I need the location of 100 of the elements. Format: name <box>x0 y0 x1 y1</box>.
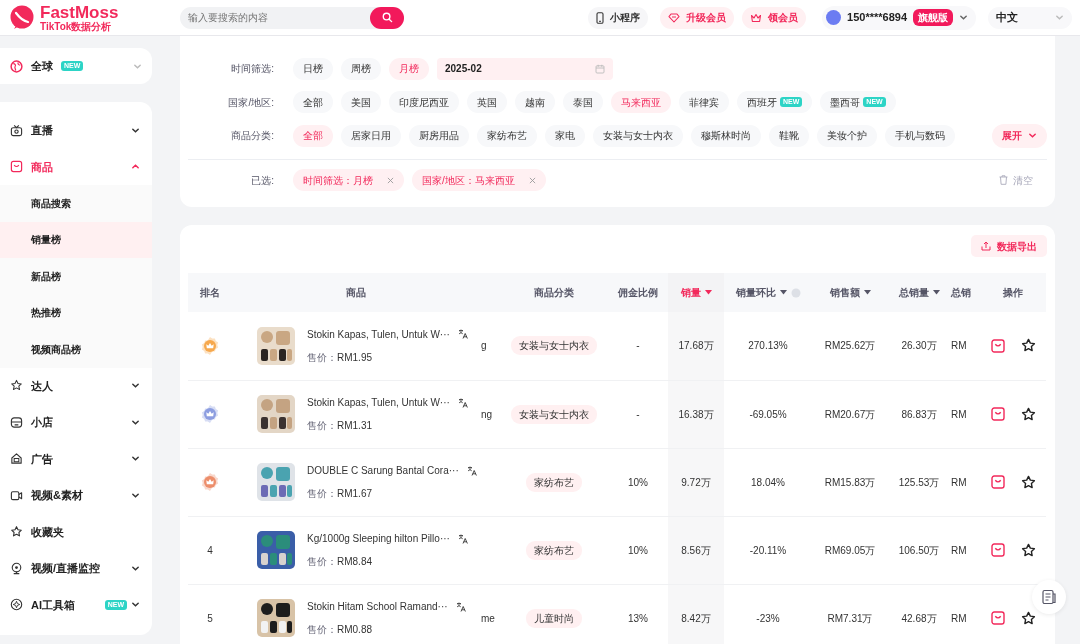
translate-icon[interactable] <box>455 601 466 612</box>
category-tag: 女装与女士内衣 <box>511 404 597 424</box>
filter-chip[interactable]: 女装与女士内衣 <box>593 124 683 147</box>
product-title[interactable]: Stokin Kapas, Tulen, Untuk W··· <box>307 326 450 342</box>
filter-chip[interactable]: 马来西亚 <box>611 91 671 114</box>
chevron-down-icon <box>133 61 142 71</box>
filter-chip[interactable]: 英国 <box>467 91 507 114</box>
translate-icon[interactable] <box>457 329 468 340</box>
category-tag: 儿童时尚 <box>526 608 582 628</box>
sidebar-item[interactable]: 达人 <box>0 367 152 404</box>
sidebar-item[interactable]: 视频/直播监控 <box>0 550 152 587</box>
favorite-button[interactable] <box>1020 338 1036 354</box>
favorite-button[interactable] <box>1020 542 1036 558</box>
selected-filter-tag[interactable]: 时间筛选：月榜 <box>293 169 404 192</box>
upload-icon <box>981 241 991 251</box>
export-button[interactable]: 数据导出 <box>971 235 1047 257</box>
header-button[interactable]: 小程序 <box>588 6 649 29</box>
filter-chip[interactable]: 家纺布艺 <box>477 124 537 147</box>
filter-chip[interactable]: 全部 <box>293 91 333 114</box>
favorite-button[interactable] <box>1020 406 1036 422</box>
shop-button[interactable] <box>990 543 1005 557</box>
filter-chip[interactable]: 厨房用品 <box>409 124 469 147</box>
column-header: 商品 <box>232 273 480 312</box>
sidebar-item[interactable]: 商品 <box>0 148 152 185</box>
total-sales-cell: 125.53万 <box>898 476 940 488</box>
hidden-text-fragment: me <box>481 612 495 624</box>
column-header: 商品分类 <box>500 273 608 312</box>
growth-cell: -20.11% <box>749 544 787 556</box>
translate-icon[interactable] <box>457 397 468 408</box>
filter-chip[interactable]: 穆斯林时尚 <box>691 124 761 147</box>
sidebar-item[interactable]: 视频&素材 <box>0 477 152 514</box>
filter-chip[interactable]: 美国 <box>341 91 381 114</box>
column-header[interactable]: 总销量 <box>888 273 950 312</box>
filter-chip[interactable]: 居家日用 <box>341 124 401 147</box>
submenu-item[interactable]: 视频商品榜 <box>0 331 152 368</box>
expand-button[interactable]: 展开 <box>992 123 1047 148</box>
header-button[interactable]: 升级会员 <box>660 6 735 29</box>
column-header[interactable]: 销售额 <box>812 273 888 312</box>
rank-number: 4 <box>207 544 213 556</box>
shop-button[interactable] <box>990 407 1005 421</box>
filter-chip[interactable]: 全部 <box>293 124 333 147</box>
sidebar-item[interactable]: 收藏夹 <box>0 513 152 550</box>
language-select[interactable]: 中文 <box>988 6 1072 29</box>
column-header: 佣金比例 <box>608 273 668 312</box>
favorite-button[interactable] <box>1020 610 1036 626</box>
bag-icon <box>990 407 1005 421</box>
product-title[interactable]: DOUBLE C Sarung Bantal Cora··· <box>307 463 459 478</box>
header-button[interactable]: 领会员 <box>742 6 807 29</box>
product-title[interactable]: Stokin Hitam School Ramand··· <box>307 599 448 614</box>
user-menu[interactable]: 150****6894 旗舰版 <box>822 5 976 30</box>
submenu-item[interactable]: 新品榜 <box>0 258 152 295</box>
document-icon <box>1041 589 1057 605</box>
category-tag: 家纺布艺 <box>526 540 582 560</box>
product-title[interactable]: Stokin Kapas, Tulen, Untuk W··· <box>307 395 450 410</box>
filter-chip[interactable]: 手机与数码 <box>885 124 955 147</box>
bag-icon <box>990 543 1005 557</box>
sales-cell: 8.42万 <box>681 612 711 624</box>
revenue-cell: RM15.83万 <box>824 476 876 488</box>
filter-chip[interactable]: 日榜 <box>293 57 333 80</box>
submenu-item[interactable]: 商品搜索 <box>0 185 152 222</box>
filter-chip[interactable]: 美妆个护 <box>817 124 877 147</box>
tag-label: 时间筛选：月榜 <box>303 173 373 188</box>
table-cell: RM <box>951 340 967 352</box>
commission-cell: - <box>636 340 640 352</box>
growth-cell: 270.13% <box>748 340 788 352</box>
sidebar-item[interactable]: 广告 <box>0 440 152 477</box>
date-field[interactable]: 2025-02 <box>437 57 613 80</box>
filter-chip[interactable]: 泰国 <box>563 91 603 114</box>
shop-button[interactable] <box>990 475 1005 489</box>
star-icon <box>1020 406 1036 422</box>
table-cell: RM <box>951 476 967 488</box>
sidebar-item[interactable]: 直播 <box>0 112 152 149</box>
filter-chip[interactable]: 周榜 <box>341 57 381 80</box>
sales-cell: 9.72万 <box>681 476 711 488</box>
translate-icon[interactable] <box>466 465 477 476</box>
sidebar-item[interactable]: 小店 <box>0 404 152 441</box>
filter-chip[interactable]: 菲律宾 <box>679 91 729 114</box>
filter-chip[interactable]: 越南 <box>515 91 555 114</box>
shop-button[interactable] <box>990 611 1005 625</box>
translate-icon[interactable] <box>457 533 468 544</box>
crown-icon <box>750 12 763 23</box>
submenu-item[interactable]: 销量榜 <box>0 221 152 258</box>
filter-chip[interactable]: 家电 <box>545 124 585 147</box>
submenu-item[interactable]: 热推榜 <box>0 294 152 331</box>
search-button[interactable] <box>370 6 404 29</box>
table-cell: RM <box>951 544 967 556</box>
column-header: 排名 <box>188 273 232 312</box>
shop-button[interactable] <box>990 338 1005 353</box>
column-header[interactable]: 销量 <box>668 273 724 312</box>
filter-chip[interactable]: 印度尼西亚 <box>389 91 459 114</box>
selected-filter-tag[interactable]: 国家/地区：马来西亚 <box>412 169 546 192</box>
filter-chip[interactable]: 鞋靴 <box>769 124 809 147</box>
filter-label: 时间筛选: <box>230 62 275 77</box>
filter-chip[interactable]: 月榜 <box>389 57 429 80</box>
product-title[interactable]: Kg/1000g Sleeping hilton Pillo··· <box>307 531 450 546</box>
column-header[interactable]: 销量环比 <box>724 273 812 312</box>
sales-cell: 16.38万 <box>678 408 714 420</box>
favorite-button[interactable] <box>1020 474 1036 490</box>
notes-button[interactable] <box>1032 580 1066 614</box>
sales-cell: 8.56万 <box>681 544 711 556</box>
